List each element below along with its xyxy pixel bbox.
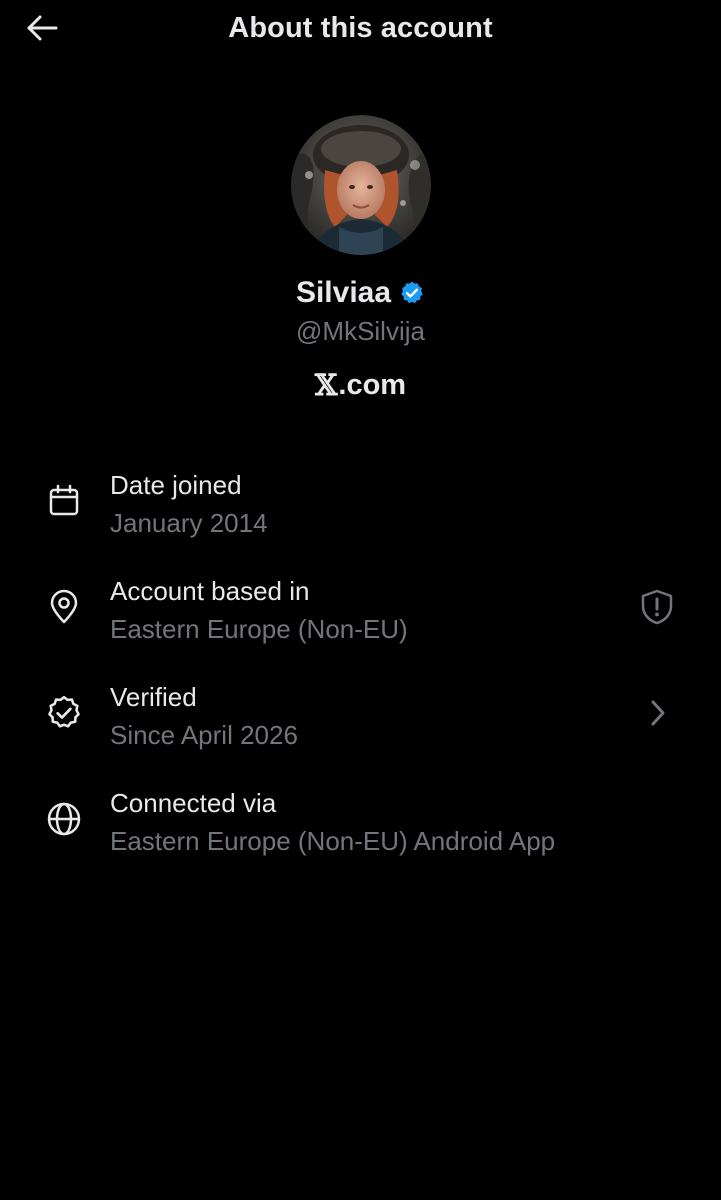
detail-title: Account based in [110, 576, 310, 606]
verified-outline-icon [44, 693, 84, 733]
display-name: Silviaa [295, 276, 392, 309]
avatar-image [291, 115, 431, 255]
location-pin-icon [44, 587, 84, 627]
detail-title: Connected via [110, 788, 277, 818]
x-logo: 𝕏 [314, 368, 338, 402]
detail-row-verified[interactable]: Verified Since April 2026 [0, 680, 721, 770]
chevron-right-icon[interactable] [637, 693, 677, 733]
site-label: 𝕏 .com [0, 368, 721, 402]
globe-icon [44, 799, 84, 839]
calendar-icon [44, 481, 84, 521]
detail-value: Eastern Europe (Non-EU) [110, 614, 408, 644]
detail-row-connected-via: Connected via Eastern Europe (Non-EU) An… [0, 786, 721, 876]
page-title: About this account [228, 12, 493, 44]
site-suffix: .com [338, 368, 407, 401]
profile-name-row: Silviaa [0, 276, 721, 310]
detail-value: Since April 2026 [110, 720, 298, 750]
verified-badge-icon [399, 280, 425, 306]
detail-title: Date joined [110, 470, 242, 500]
shield-alert-icon[interactable] [637, 587, 677, 627]
top-bar: About this account [0, 0, 721, 58]
detail-row-date-joined: Date joined January 2014 [0, 468, 721, 558]
detail-title: Verified [110, 682, 197, 712]
detail-value: January 2014 [110, 508, 268, 538]
detail-value: Eastern Europe (Non-EU) Android App [110, 826, 556, 856]
detail-row-account-based-in: Account based in Eastern Europe (Non-EU) [0, 574, 721, 664]
handle: @MkSilvija [296, 316, 425, 346]
avatar[interactable] [291, 115, 431, 255]
